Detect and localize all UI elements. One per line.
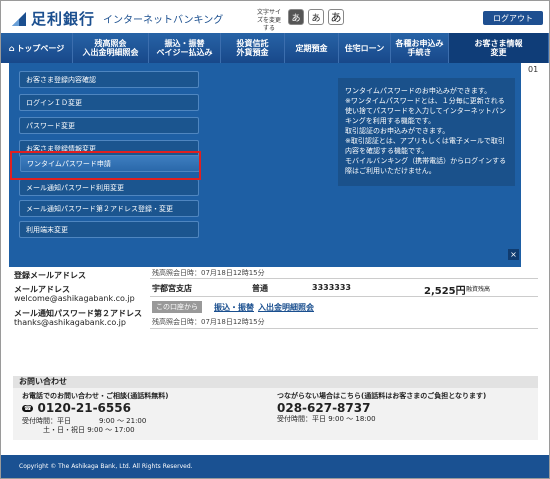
balance-note: 融資残高 bbox=[466, 286, 491, 293]
font-size-small-button[interactable]: あ bbox=[288, 9, 304, 25]
inquiry-title: お問い合わせ bbox=[13, 376, 538, 388]
close-icon[interactable]: × bbox=[508, 249, 519, 260]
info-box: ワンタイムパスワードのお申込みができます。 ※ワンタイムパスワードとは、１分毎に… bbox=[338, 78, 515, 186]
nav-housing-loan[interactable]: 住宅ローン bbox=[339, 33, 391, 63]
menu-registration-confirm[interactable]: お客さま登録内容確認 bbox=[19, 71, 199, 88]
nav-time-deposit[interactable]: 定期預金 bbox=[285, 33, 339, 63]
menu-mail-password-use[interactable]: メール通知パスワード利用変更 bbox=[19, 179, 199, 196]
phone-number[interactable]: 0120-21-6556 bbox=[37, 401, 130, 415]
nav-customer-info[interactable]: お客さま情報 変更 bbox=[449, 33, 549, 63]
alt-phone-title: つながらない場合はこちら(通話料はお客さまのご負担となります) bbox=[277, 392, 487, 400]
bank-name: 足利銀行 bbox=[31, 10, 96, 28]
email-value: welcome@ashikagabank.co.jp bbox=[14, 294, 135, 303]
nav-top-page-label: トップページ bbox=[16, 43, 65, 53]
menu-device-change[interactable]: 利用端末変更 bbox=[19, 221, 199, 238]
info-line: モバイルバンキング（携帯電話）からログインする際はご利用いただけません。 bbox=[345, 157, 507, 175]
email2-value: thanks@ashikagabank.co.jp bbox=[14, 318, 126, 327]
bank-logo-icon bbox=[12, 11, 26, 26]
font-size-label: 文字サイズを変更する bbox=[256, 9, 281, 32]
transfer-link[interactable]: 振込・振替 bbox=[214, 302, 254, 313]
hours-weekend: 土・日・祝日 9:00 ～ 17:00 bbox=[22, 426, 135, 434]
branch-name: 宇都宮支店 bbox=[152, 284, 192, 293]
selection-highlight bbox=[10, 151, 201, 180]
info-line: 取引認証のお申込みができます。 bbox=[345, 127, 450, 135]
service-name: インターネットバンキング bbox=[103, 15, 224, 26]
bank-logo[interactable]: 足利銀行 インターネットバンキング bbox=[11, 8, 223, 29]
alt-phone-number[interactable]: 028-627-8737 bbox=[277, 401, 370, 415]
font-size-large-button[interactable]: あ bbox=[328, 9, 344, 25]
copyright: Copyright © The Ashikaga Bank, Ltd. All … bbox=[19, 463, 193, 470]
balance-time-1: 残高照会日時：07月18日12時15分 bbox=[152, 269, 265, 277]
nav-transfer[interactable]: 振込・振替 ペイジー払込み bbox=[149, 33, 221, 63]
divider bbox=[150, 328, 538, 329]
phone-number-row: ☎ 0120-21-6556 bbox=[22, 401, 131, 415]
footer: Copyright © The Ashikaga Bank, Ltd. All … bbox=[1, 455, 549, 478]
info-line: ※取引認証とは、アプリもしくは電子メールで取引内容を確認する機能です。 bbox=[345, 137, 505, 155]
from-account-label: この口座から bbox=[152, 301, 202, 313]
alt-hours: 受付時間：平日 9:00 ～ 18:00 bbox=[277, 415, 376, 423]
phone-title: お電話でのお問い合わせ・ご相談(通話料無料) bbox=[22, 392, 169, 400]
free-dial-icon: ☎ bbox=[22, 404, 34, 412]
balance-time-2: 残高照会日時：07月18日12時15分 bbox=[152, 318, 265, 326]
menu-login-id-change[interactable]: ログインＩＤ変更 bbox=[19, 94, 199, 111]
divider bbox=[150, 278, 538, 279]
nav-balance[interactable]: 残高照会 入出金明細照会 bbox=[73, 33, 149, 63]
history-link[interactable]: 入出金明細照会 bbox=[258, 302, 314, 313]
home-icon: ⌂ bbox=[8, 43, 15, 53]
nav-applications[interactable]: 各種お申込み 手続き bbox=[391, 33, 449, 63]
balance-amount: 2,525円 bbox=[424, 286, 466, 297]
menu-password-change[interactable]: パスワード変更 bbox=[19, 117, 199, 134]
info-line: ワンタイムパスワードのお申込みができます。 bbox=[345, 87, 492, 95]
nav-top-page[interactable]: ⌂ トップページ bbox=[1, 33, 73, 63]
nav-investment[interactable]: 投資信託 外貨預金 bbox=[221, 33, 285, 63]
font-size-medium-button[interactable]: あ bbox=[308, 9, 324, 25]
email-section-title: 登録メールアドレス bbox=[14, 271, 86, 280]
logout-button[interactable]: ログアウト bbox=[483, 11, 543, 25]
header: 足利銀行 インターネットバンキング 文字サイズを変更する あ あ あ ログアウト bbox=[1, 1, 549, 33]
account-number: 3333333 bbox=[312, 283, 351, 292]
account-type: 普通 bbox=[252, 284, 268, 293]
page-number-fragment: 01 bbox=[528, 65, 539, 74]
info-line: ※ワンタイムパスワードとは、１分毎に更新される使い捨てパスワードを入力してインタ… bbox=[345, 97, 507, 125]
menu-mail-password-second-address[interactable]: メール通知パスワード第２アドレス登録・変更 bbox=[19, 200, 199, 217]
main-nav: ⌂ トップページ 残高照会 入出金明細照会 振込・振替 ペイジー払込み 投資信託… bbox=[1, 33, 549, 63]
divider bbox=[150, 296, 538, 297]
